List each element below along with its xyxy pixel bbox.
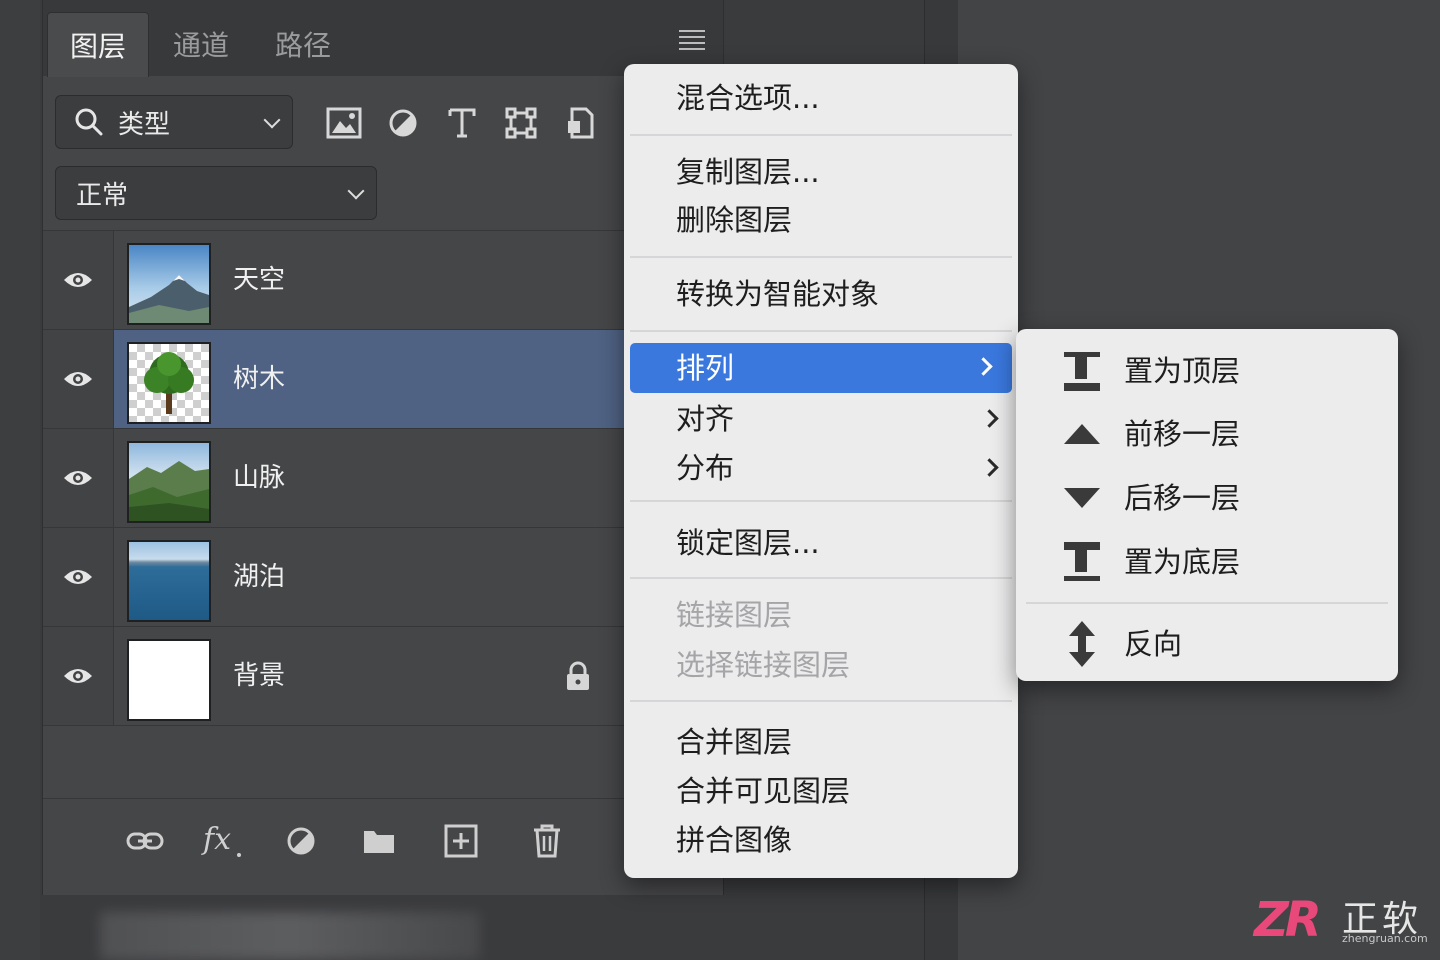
chevron-down-icon [347, 182, 365, 200]
layer-list: 天空 树木 山脉 湖泊 背景 [43, 230, 723, 794]
layer-row-lake[interactable]: 湖泊 [43, 527, 723, 626]
panel-footer: fx [43, 798, 723, 879]
menu-item-align[interactable]: 对齐 [624, 395, 1018, 443]
fx-icon[interactable]: fx [201, 819, 245, 863]
menu-item-merge-layers[interactable]: 合并图层 [624, 718, 1018, 766]
chevron-right-icon [974, 357, 993, 376]
visibility-toggle[interactable] [43, 231, 114, 329]
svg-text:fx: fx [201, 822, 231, 857]
submenu-separator [1026, 602, 1388, 604]
layer-name: 天空 [233, 265, 286, 295]
layer-name: 树木 [233, 364, 286, 394]
layer-row-sky[interactable]: 天空 [43, 230, 723, 329]
adjustment-filter-icon[interactable] [384, 104, 422, 142]
layer-thumbnail [127, 639, 211, 721]
menu-item-link-layers: 链接图层 [676, 598, 793, 632]
submenu-item-bring-to-front[interactable]: 置为顶层 [1016, 343, 1398, 399]
image-filter-icon[interactable] [325, 104, 363, 142]
search-icon [75, 108, 103, 136]
folder-icon[interactable] [357, 819, 401, 863]
filter-kind-select[interactable]: 类型 [55, 95, 293, 149]
layer-row-background[interactable]: 背景 [43, 626, 723, 725]
panel-menu-icon[interactable] [679, 30, 705, 50]
tab-paths[interactable]: 路径 [253, 12, 353, 76]
background-strip [0, 0, 40, 960]
layers-panel: 图层 通道 路径 类型 正常 天空 树木 山脉 湖泊 背景 fx [42, 0, 724, 895]
eye-icon [64, 372, 92, 386]
menu-separator [630, 330, 1012, 332]
smart-object-filter-icon[interactable] [561, 104, 599, 142]
trash-icon[interactable] [525, 819, 569, 863]
layer-row-mountains[interactable]: 山脉 [43, 428, 723, 527]
layer-thumbnail [127, 540, 211, 622]
menu-item-select-linked-layers: 选择链接图层 [676, 648, 851, 682]
layer-thumbnail [127, 342, 211, 424]
bring-to-front-icon [1060, 349, 1104, 393]
reverse-icon [1060, 621, 1104, 667]
filter-kind-label: 类型 [118, 109, 171, 140]
bring-forward-icon [1060, 412, 1104, 456]
type-filter-icon[interactable] [443, 104, 481, 142]
menu-item-convert-smart-object[interactable]: 转换为智能对象 [624, 270, 1018, 318]
watermark-logo: ZR 正软 zhengruan.com [1254, 890, 1434, 950]
menu-item-flatten-image[interactable]: 拼合图像 [624, 816, 1018, 864]
blurred-background-ui [100, 912, 480, 960]
eye-icon [64, 471, 92, 485]
filter-icons [325, 102, 620, 144]
shape-filter-icon[interactable] [502, 104, 540, 142]
chevron-right-icon [980, 458, 999, 477]
menu-separator [630, 577, 1012, 579]
menu-item-delete-layer[interactable]: 删除图层 [624, 196, 1018, 244]
layer-context-menu: 混合选项... 复制图层... 删除图层 转换为智能对象 排列 对齐 分布 锁定… [624, 64, 1018, 878]
layer-name: 背景 [233, 661, 286, 691]
visibility-toggle[interactable] [43, 627, 114, 725]
layer-list-empty-area [43, 725, 723, 794]
menu-separator [630, 700, 1012, 702]
visibility-toggle[interactable] [43, 528, 114, 626]
visibility-toggle[interactable] [43, 330, 114, 428]
submenu-item-reverse[interactable]: 反向 [1016, 616, 1398, 672]
submenu-item-send-to-back[interactable]: 置为底层 [1016, 534, 1398, 590]
blend-mode-select[interactable]: 正常 [55, 166, 377, 220]
menu-item-merge-visible[interactable]: 合并可见图层 [624, 767, 1018, 815]
watermark-url: zhengruan.com [1342, 932, 1428, 945]
layer-row-tree[interactable]: 树木 [43, 329, 723, 428]
eye-icon [64, 669, 92, 683]
layer-name: 山脉 [233, 463, 286, 493]
menu-item-distribute[interactable]: 分布 [624, 444, 1018, 492]
menu-separator [630, 256, 1012, 258]
layer-thumbnail [127, 441, 211, 523]
submenu-item-bring-forward[interactable]: 前移一层 [1016, 406, 1398, 462]
link-icon[interactable] [123, 819, 167, 863]
panel-tabbar: 图层 通道 路径 [43, 0, 723, 77]
new-layer-icon[interactable] [439, 819, 483, 863]
tab-layers[interactable]: 图层 [47, 12, 149, 77]
watermark-mark: ZR [1254, 892, 1322, 948]
menu-item-arrange[interactable]: 排列 [630, 343, 1012, 393]
blend-mode-label: 正常 [76, 180, 129, 211]
layer-thumbnail [127, 243, 211, 325]
send-to-back-icon [1060, 540, 1104, 584]
eye-icon [64, 273, 92, 287]
chevron-down-icon [263, 111, 281, 129]
submenu-item-send-backward[interactable]: 后移一层 [1016, 470, 1398, 526]
visibility-toggle[interactable] [43, 429, 114, 527]
send-backward-icon [1060, 476, 1104, 520]
menu-separator [630, 134, 1012, 136]
menu-item-duplicate-layer[interactable]: 复制图层... [624, 148, 1018, 196]
arrange-submenu: 置为顶层 前移一层 后移一层 置为底层 反向 [1016, 329, 1398, 681]
lock-icon[interactable] [565, 661, 591, 695]
tab-channels[interactable]: 通道 [151, 12, 251, 76]
layer-name: 湖泊 [233, 562, 286, 592]
menu-separator [630, 500, 1012, 502]
adjustment-icon[interactable] [279, 819, 323, 863]
eye-icon [64, 570, 92, 584]
chevron-right-icon [980, 409, 999, 428]
menu-item-blending-options[interactable]: 混合选项... [624, 74, 1018, 122]
menu-item-lock-layers[interactable]: 锁定图层... [624, 519, 1018, 567]
